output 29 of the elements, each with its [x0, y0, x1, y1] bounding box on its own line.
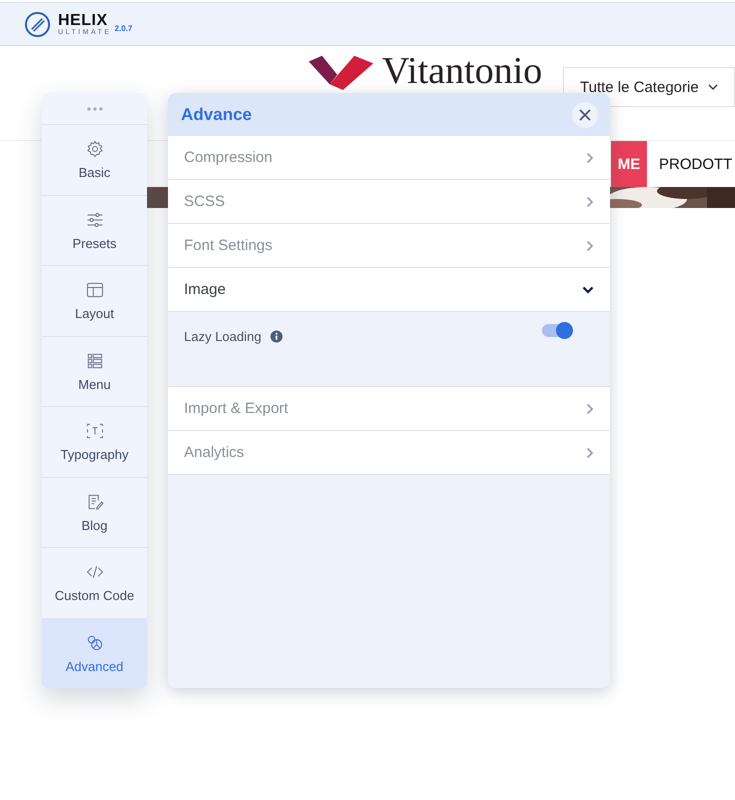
sidebar-item[interactable]: Typography — [42, 407, 147, 478]
sidebar-item[interactable]: Layout — [42, 266, 147, 336]
chevron-right-icon — [586, 402, 594, 414]
chevron-right-icon — [586, 446, 594, 458]
sidebar-item[interactable]: Presets — [42, 196, 147, 266]
chevron-right-icon — [586, 196, 594, 208]
sidebar-item[interactable]: Advanced — [42, 618, 147, 688]
version-label: 2.0.7 — [114, 24, 132, 33]
chevron-right-icon — [586, 152, 594, 164]
nav-link[interactable]: PRODOTT — [647, 141, 732, 187]
drag-handle-icon[interactable] — [86, 106, 104, 112]
brand-name: HELIX — [58, 12, 109, 28]
setting-label: Lazy Loading — [184, 328, 262, 344]
close-icon — [579, 108, 591, 120]
close-button[interactable] — [572, 102, 598, 128]
chevron-right-icon — [586, 240, 594, 252]
nav-link[interactable]: ME — [611, 141, 647, 187]
logo-icon — [24, 10, 51, 38]
toggle-switch[interactable] — [542, 324, 572, 336]
info-icon[interactable] — [270, 330, 284, 342]
sidebar-item[interactable]: Blog — [42, 478, 147, 548]
gear-icon — [84, 139, 104, 160]
sidebar-item[interactable]: Basic — [42, 125, 147, 196]
chevron-down-icon — [582, 286, 594, 294]
site-logo-text: Vitantonio — [382, 52, 542, 90]
sidebar-item[interactable]: Menu — [42, 336, 147, 407]
panel-title: Advance — [181, 104, 252, 124]
accordion-header[interactable]: Image — [168, 268, 610, 312]
caret-icon — [708, 84, 718, 90]
